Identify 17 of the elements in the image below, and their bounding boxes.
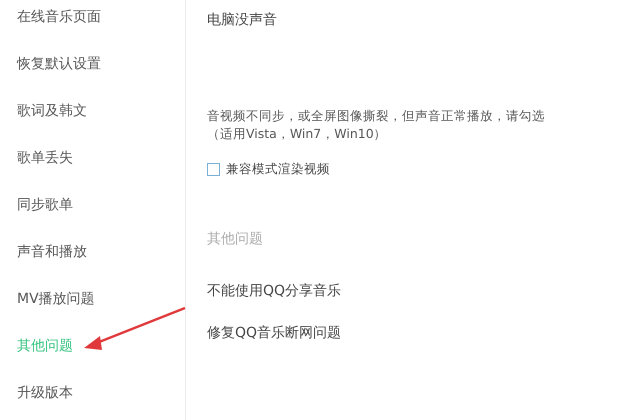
sidebar-item[interactable]: MV播放问题 xyxy=(0,289,185,336)
sidebar-item[interactable]: 升级版本 xyxy=(0,383,185,420)
sidebar-item[interactable]: 同步歌单 xyxy=(0,195,185,242)
description-text: 音视频不同步，或全屏图像撕裂，但声音正常播放，请勾选 xyxy=(207,107,546,125)
sidebar-item[interactable]: 恢复默认设置 xyxy=(0,54,185,101)
section-heading: 其他问题 xyxy=(207,230,264,248)
help-item[interactable]: 修复QQ音乐断网问题 xyxy=(207,323,628,343)
compat-checkbox[interactable]: 兼容模式渲染视频 xyxy=(207,161,628,178)
sidebar-item[interactable]: 歌词及韩文 xyxy=(0,101,185,148)
help-item[interactable]: 电脑没声音 xyxy=(207,10,628,30)
help-item[interactable]: 不能使用QQ分享音乐 xyxy=(207,281,628,301)
sidebar-item[interactable]: 歌单丢失 xyxy=(0,148,185,195)
checkbox-icon[interactable] xyxy=(207,163,220,176)
checkbox-label: 兼容模式渲染视频 xyxy=(226,161,330,178)
sidebar-item[interactable]: 声音和播放 xyxy=(0,242,185,289)
sidebar-item[interactable]: 在线音乐页面 xyxy=(0,7,185,54)
description-text: （适用Vista，Win7，Win10） xyxy=(207,125,388,143)
